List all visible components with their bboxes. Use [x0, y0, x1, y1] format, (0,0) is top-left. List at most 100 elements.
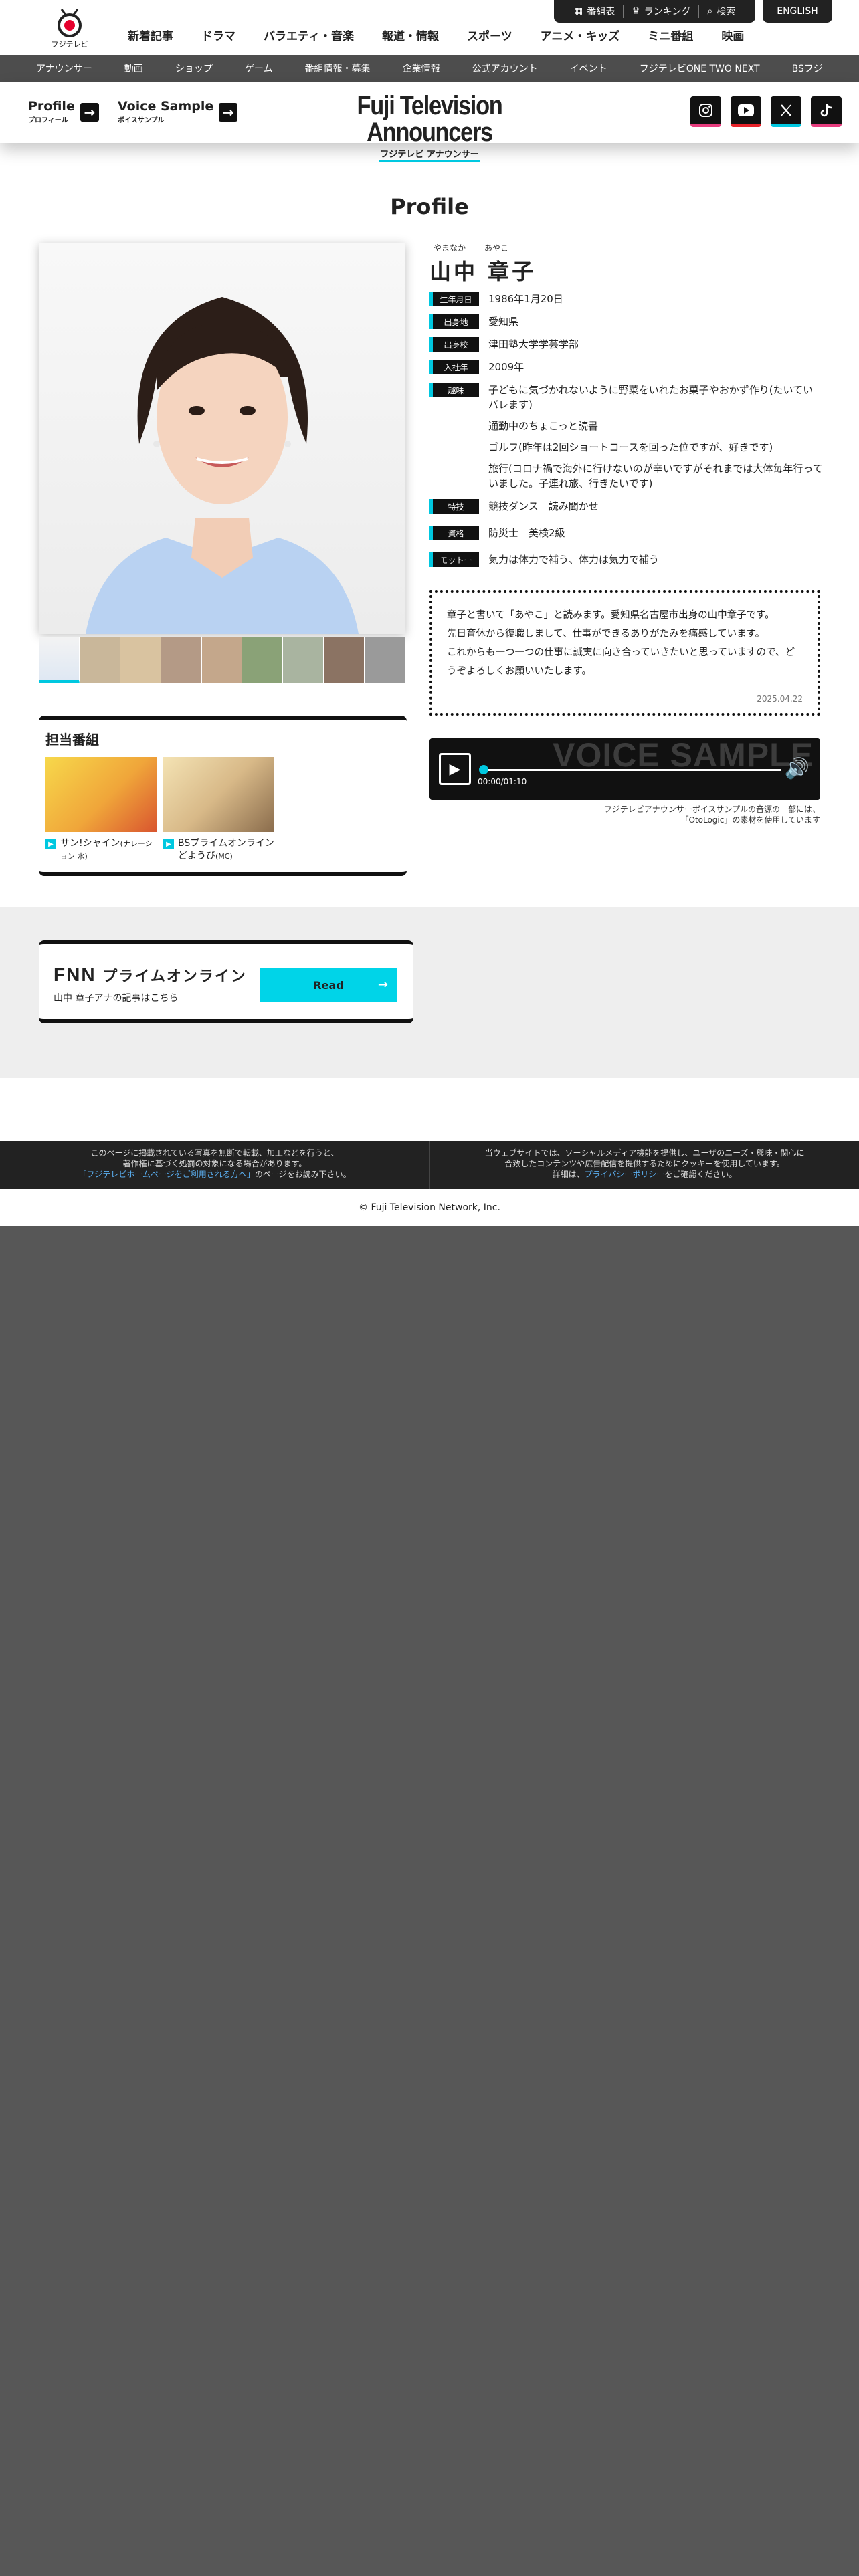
x-icon[interactable]	[771, 96, 801, 127]
util-ranking[interactable]: ♛ ランキング	[623, 5, 698, 18]
hobby-item: 旅行(コロナ禍で海外に行けないのが辛いですがそれまでは大体毎年行っていました。子…	[488, 463, 823, 490]
info-value-list: 子どもに気づかれないように野菜をいれたお菓子やおかず作り(たいていバレます) 通…	[488, 383, 823, 498]
info-value: 2009年	[488, 361, 524, 373]
profile-link-en: Profile	[28, 99, 75, 114]
info-value: 防災士 美検2級	[488, 527, 565, 539]
info-row-birthday: 生年月日 1986年1月20日	[430, 292, 823, 306]
gnav-mini[interactable]: ミニ番組	[634, 27, 707, 43]
ruby-family: やまなか	[434, 243, 466, 253]
notice-text: をご確認ください。	[664, 1170, 737, 1179]
program-name: サン!シャイン	[60, 838, 120, 849]
notice-line: 著作権に基づく処罰の対象になる場合があります。	[122, 1159, 307, 1168]
message-line: これからも一つ一つの仕事に誠実に向き合っていきたいと思っていますので、どうぞよろ…	[447, 647, 795, 677]
util-program-guide[interactable]: ▦ 番組表	[566, 5, 623, 18]
info-row-school: 出身校 津田塾大学学芸学部	[430, 337, 823, 352]
program-thumbnail	[163, 757, 274, 832]
photo-thumbnails	[39, 637, 406, 683]
subnav-program-info[interactable]: 番組情報・募集	[305, 62, 371, 75]
gnav-movie[interactable]: 映画	[707, 27, 758, 43]
info-row-birthplace: 出身地 愛知県	[430, 314, 823, 329]
program-role: (MC)	[215, 852, 233, 861]
announcers-brand[interactable]: Fuji Television Announcers フジテレビ アナウンサー	[314, 92, 545, 162]
info-value: 気力は体力で補う、体力は気力で補う	[488, 554, 660, 566]
message-date: 2025.04.22	[757, 694, 803, 704]
gnav-drama[interactable]: ドラマ	[187, 27, 250, 43]
announcer-message: 章子と書いて「あやこ」と読みます。愛知県名古屋市出身の山中章子です。 先日育休か…	[430, 590, 820, 716]
playback-time: 00:00/01:10	[478, 777, 527, 786]
sub-nav: アナウンサー 動画 ショップ ゲーム 番組情報・募集 企業情報 公式アカウント …	[0, 55, 859, 82]
thumbnail[interactable]	[79, 637, 120, 683]
info-label: 入社年	[430, 360, 479, 374]
subnav-corporate[interactable]: 企業情報	[403, 62, 440, 75]
progress-track[interactable]	[480, 769, 781, 771]
subnav-announcer[interactable]: アナウンサー	[36, 62, 92, 75]
fnn-card[interactable]: FNN プライムオンライン 山中 章子アナの記事はこちら Read →	[39, 940, 413, 1023]
subnav-event[interactable]: イベント	[570, 62, 607, 75]
play-icon: ▶	[449, 760, 461, 778]
profile-link[interactable]: Profile プロフィール →	[28, 100, 99, 124]
subnav-video[interactable]: 動画	[124, 62, 143, 75]
thumbnail[interactable]	[161, 637, 202, 683]
info-row-skill: 特技 競技ダンス 読み聞かせ	[430, 499, 823, 514]
info-row-hobby: 趣味 子どもに気づかれないように野菜をいれたお菓子やおかず作り(たいていバレます…	[430, 383, 823, 498]
gnav-anime[interactable]: アニメ・キッズ	[527, 27, 634, 43]
youtube-icon[interactable]	[731, 96, 761, 127]
programs-box: 担当番組 ▶ サン!シャイン(ナレーション 水) ▶ BSプライムオンライン ど…	[39, 716, 407, 876]
arrow-right-icon: →	[219, 103, 238, 122]
subnav-shop[interactable]: ショップ	[175, 62, 213, 75]
info-label: 趣味	[430, 383, 479, 397]
program-text: サン!シャイン(ナレーション 水)	[60, 837, 157, 863]
util-label: 検索	[717, 7, 736, 17]
gnav-variety[interactable]: バラエティ・音楽	[250, 27, 368, 43]
notice-text: のページをお読み下さい。	[254, 1170, 351, 1179]
info-value: 競技ダンス 読み聞かせ	[488, 500, 599, 512]
gnav-news-info[interactable]: 報道・情報	[368, 27, 453, 43]
program-thumbnail	[45, 757, 157, 832]
cookie-notice: 当ウェブサイトでは、ソーシャルメディア機能を提供し、ユーザのニーズ・興味・関心に…	[430, 1141, 859, 1189]
play-button[interactable]: ▶	[439, 753, 471, 785]
thumbnail[interactable]	[242, 637, 284, 683]
terms-link[interactable]: 「フジテレビホームページをご利用される方へ」	[78, 1170, 254, 1179]
info-value: 津田塾大学学芸学部	[488, 338, 579, 350]
gnav-sports[interactable]: スポーツ	[453, 27, 527, 43]
message-line: 先日育休から復職しまして、仕事ができるありがたみを痛感しています。	[447, 629, 765, 639]
english-button[interactable]: ENGLISH	[763, 0, 832, 23]
read-button[interactable]: Read →	[260, 968, 397, 1002]
social-links	[690, 96, 842, 127]
thumbnail[interactable]	[39, 637, 80, 683]
voice-sample-link[interactable]: Voice Sample ボイスサンプル →	[118, 99, 238, 124]
eye-mark-logo-icon	[58, 9, 82, 37]
subnav-official[interactable]: 公式アカウント	[472, 62, 538, 75]
fnn-logo: FNN プライムオンライン	[54, 964, 247, 986]
program-card[interactable]: ▶ サン!シャイン(ナレーション 水)	[45, 757, 157, 863]
thumbnail[interactable]	[120, 637, 161, 683]
util-search[interactable]: ⌕ 検索	[698, 5, 743, 18]
copyright-notice: このページに掲載されている写真を無断で転載、加工などを行うと、 著作権に基づく処…	[0, 1141, 430, 1189]
progress-knob[interactable]	[479, 765, 488, 774]
subnav-bs-fuji[interactable]: BSフジ	[792, 62, 823, 75]
tv-icon: ▶	[163, 839, 174, 849]
info-row-license: 資格 防災士 美検2級	[430, 526, 823, 540]
subnav-one-two-next[interactable]: フジテレビONE TWO NEXT	[640, 62, 760, 75]
thumbnail[interactable]	[365, 637, 406, 683]
program-label: ▶ BSプライムオンライン どようび(MC)	[163, 837, 274, 863]
voice-link-en: Voice Sample	[118, 99, 214, 114]
hobby-item: 通勤中のちょこっと読書	[488, 420, 598, 432]
privacy-policy-link[interactable]: プライバシーポリシー	[585, 1170, 665, 1179]
thumbnail[interactable]	[283, 637, 324, 683]
info-label: 特技	[430, 499, 479, 514]
volume-icon[interactable]: 🔊	[785, 757, 809, 780]
info-row-join-year: 入社年 2009年	[430, 360, 823, 374]
fujitv-logo[interactable]: フジテレビ	[48, 7, 91, 49]
program-card[interactable]: ▶ BSプライムオンライン どようび(MC)	[163, 757, 274, 863]
thumbnail[interactable]	[324, 637, 365, 683]
subnav-game[interactable]: ゲーム	[245, 62, 273, 75]
name-ruby: やまなか あやこ	[434, 242, 536, 253]
util-label: 番組表	[587, 7, 615, 17]
gnav-news[interactable]: 新着記事	[114, 27, 187, 43]
global-nav: 新着記事 ドラマ バラエティ・音楽 報道・情報 スポーツ アニメ・キッズ ミニ番…	[114, 27, 758, 43]
instagram-icon[interactable]	[690, 96, 721, 127]
tiktok-icon[interactable]	[811, 96, 842, 127]
thumbnail[interactable]	[201, 637, 243, 683]
brand-title: Fuji Television Announcers	[357, 91, 502, 147]
